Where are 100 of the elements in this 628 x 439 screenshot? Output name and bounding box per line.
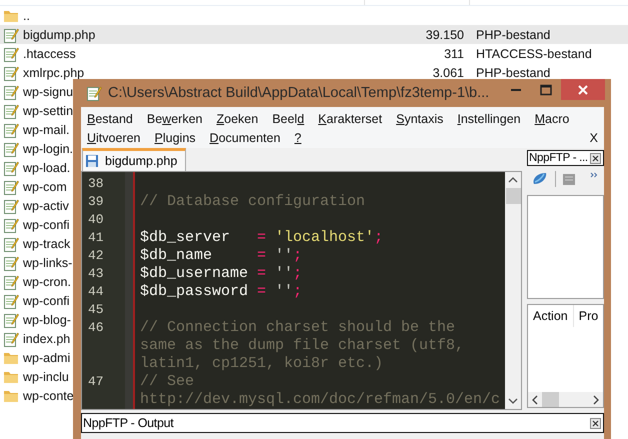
menu-item[interactable]: Instellingen — [457, 112, 521, 126]
panel-title: NppFTP - ... — [529, 152, 589, 164]
line-number: 41 — [88, 230, 104, 244]
file-name: wp-login. — [23, 142, 74, 156]
file-row[interactable]: wp-settin — [0, 101, 76, 120]
file-row[interactable]: wp-confi — [0, 291, 72, 310]
queue-list[interactable]: Action Pro — [527, 304, 604, 408]
line-number: 43 — [88, 266, 104, 280]
code-line: $db_password = ''; — [140, 282, 302, 300]
file-row[interactable]: wp-links- — [0, 253, 74, 272]
column-header[interactable]: Action — [528, 305, 574, 327]
file-row[interactable]: wp-inclu — [0, 367, 71, 386]
file-row[interactable]: .. — [0, 6, 32, 25]
line-number: 42 — [88, 248, 104, 262]
server-icon[interactable] — [562, 172, 576, 186]
menu-item[interactable]: Syntaxis — [396, 112, 444, 126]
folder-tree[interactable] — [527, 195, 604, 299]
file-name: bigdump.php — [23, 28, 96, 42]
file-name: wp-mail. — [23, 122, 70, 136]
menu-item[interactable]: Uitvoeren — [87, 130, 141, 144]
file-name: wp-track — [23, 236, 70, 250]
menu-item[interactable]: Zoeken — [216, 112, 258, 126]
notepad-file-icon — [3, 216, 19, 232]
file-row[interactable]: wp-conte — [0, 386, 76, 405]
file-row[interactable]: bigdump.php 39.150 PHP-bestand — [0, 25, 628, 44]
column-header[interactable]: Pro — [574, 305, 598, 327]
chevron-icon[interactable] — [590, 172, 598, 178]
code-line: same as the dump file charset (utf8, — [140, 336, 464, 354]
file-row[interactable]: wp-confi — [0, 215, 72, 234]
file-row[interactable]: wp-login. — [0, 139, 76, 158]
notepad-file-icon — [3, 84, 19, 100]
file-name: wp-confi — [23, 218, 70, 232]
save-icon — [85, 154, 99, 168]
close-document-button[interactable]: X — [590, 130, 598, 144]
code-editor[interactable] — [81, 171, 522, 410]
code-line: $db_username = ''; — [140, 264, 302, 282]
file-row[interactable]: wp-track — [0, 234, 72, 253]
notepad-file-icon — [3, 178, 19, 194]
file-row[interactable]: wp-com — [0, 177, 69, 196]
close-icon — [577, 84, 589, 96]
menu-item[interactable]: Plugins — [154, 130, 196, 144]
code-line: $db_server = 'localhost'; — [140, 228, 384, 246]
menu-item[interactable]: Documenten — [210, 130, 280, 144]
file-name: .htaccess — [23, 46, 76, 60]
line-number: 47 — [88, 374, 104, 388]
globe-icon[interactable] — [531, 171, 549, 187]
notepad-file-icon — [3, 292, 19, 308]
line-number: 39 — [88, 194, 104, 208]
file-name: wp-cron. — [23, 274, 71, 288]
close-button[interactable] — [561, 79, 605, 100]
close-icon[interactable] — [590, 418, 601, 428]
code-line: http://dev.mysql.com/doc/refman/5.0/en/c — [140, 390, 500, 408]
maximize-icon — [540, 84, 552, 96]
file-row[interactable]: index.ph — [0, 329, 72, 348]
file-name: .. — [23, 8, 30, 22]
menu-item[interactable]: Bewerken — [146, 112, 202, 126]
scrollbar[interactable] — [505, 172, 521, 409]
menu-item[interactable]: ? — [294, 130, 302, 144]
line-number: 46 — [88, 320, 104, 334]
file-row[interactable]: wp-load. — [0, 158, 72, 177]
file-row[interactable]: wp-blog- — [0, 310, 73, 329]
line-number: 44 — [88, 284, 104, 298]
scrollbar-thumb[interactable] — [542, 392, 559, 407]
file-row[interactable]: wp-admi — [0, 348, 72, 367]
notepad-file-icon — [3, 46, 19, 62]
menu-item[interactable]: Beeld — [272, 112, 304, 126]
line-number: 45 — [88, 302, 104, 316]
notepad-file-icon — [3, 102, 19, 118]
file-row[interactable]: .htaccess 311 HTACCESS-bestand — [0, 44, 628, 63]
file-tab[interactable]: bigdump.php — [82, 148, 186, 171]
file-name: wp-settin — [23, 104, 74, 118]
menu-item[interactable]: Karakterset — [318, 112, 382, 126]
code-line: latin1, cp1251, koi8r etc.) — [140, 354, 384, 372]
file-row[interactable]: wp-signu — [0, 82, 76, 101]
file-size: 3.061 — [432, 66, 464, 80]
menu-item[interactable]: Macro — [534, 112, 570, 126]
file-name: wp-admi — [23, 350, 70, 364]
file-size: 311 — [444, 46, 464, 60]
file-size: 39.150 — [426, 28, 464, 42]
notepad-file-icon — [3, 64, 19, 80]
file-name: wp-conte — [23, 388, 74, 402]
notepad-file-icon — [3, 160, 19, 176]
line-number: 38 — [88, 176, 104, 190]
window-title: C:\Users\Abstract Build\AppData\Local\Temp\fz3temp-1\b... — [108, 85, 490, 101]
close-icon[interactable] — [590, 152, 601, 164]
notepad-file-icon — [3, 254, 19, 270]
file-name: wp-confi — [23, 294, 70, 308]
line-number: 40 — [88, 212, 104, 226]
menu-item[interactable]: Bestand — [87, 112, 133, 126]
file-row[interactable]: wp-mail. — [0, 120, 72, 139]
scrollbar-thumb[interactable] — [506, 188, 520, 204]
file-name: wp-inclu — [23, 370, 69, 384]
code-line: $db_name = ''; — [140, 246, 302, 264]
file-row[interactable]: wp-activ — [0, 196, 71, 215]
notepad-file-icon — [3, 330, 19, 346]
file-row[interactable]: xmlrpc.php 3.061 PHP-bestand — [0, 63, 628, 82]
notepad-file-icon — [3, 274, 19, 290]
file-type: PHP-bestand — [476, 66, 550, 80]
file-row[interactable]: wp-cron. — [0, 272, 73, 291]
file-name: wp-signu — [23, 84, 74, 98]
